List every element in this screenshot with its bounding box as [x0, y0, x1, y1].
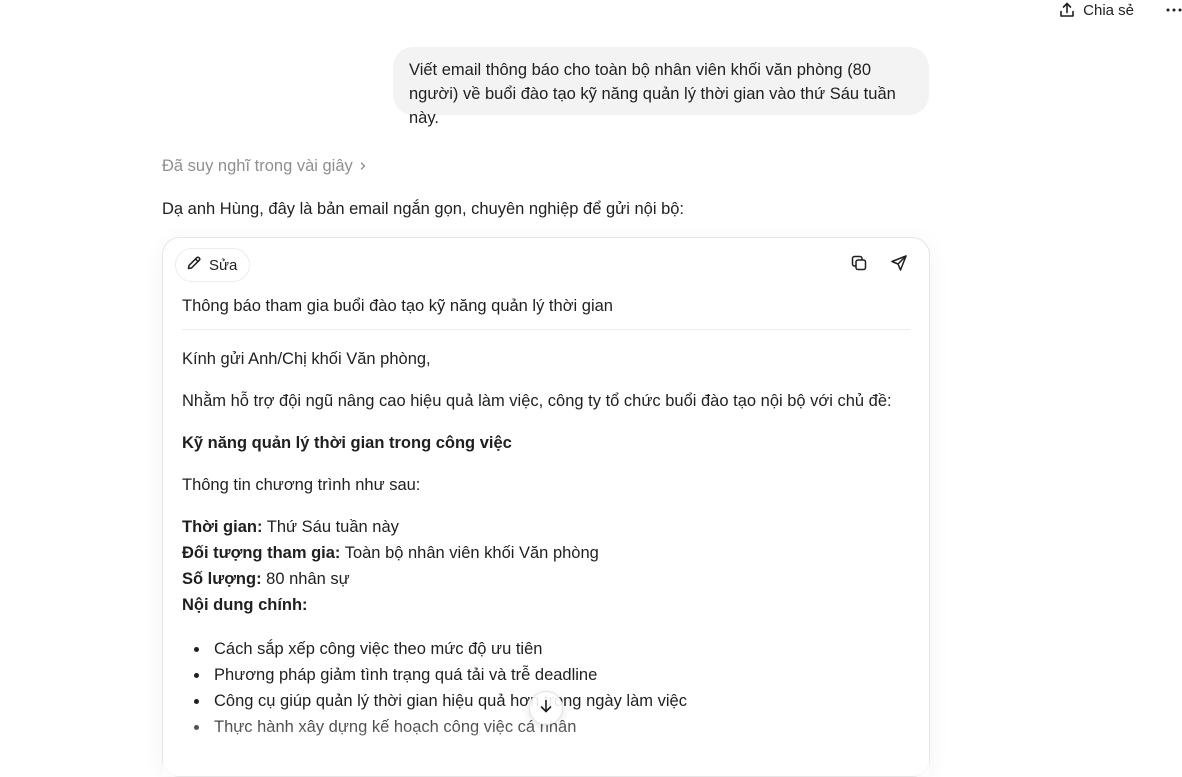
thought-toggle[interactable]: Đã suy nghĩ trong vài giây: [162, 157, 367, 176]
detail-label: Đối tượng tham gia:: [182, 544, 341, 562]
send-button[interactable]: [887, 253, 911, 277]
copy-button[interactable]: [847, 253, 871, 277]
pencil-icon: [186, 255, 202, 275]
content-bullet-list: Cách sắp xếp công việc theo mức độ ưu ti…: [182, 636, 687, 740]
detail-label: Số lượng:: [182, 570, 262, 588]
subject-divider: [182, 329, 910, 330]
arrow-down-icon: [538, 698, 554, 719]
edit-button[interactable]: Sửa: [175, 248, 251, 282]
email-subject: Thông báo tham gia buổi đào tạo kỹ năng …: [182, 297, 613, 315]
email-paragraph: Nhằm hỗ trợ đội ngũ nâng cao hiệu quả là…: [182, 392, 892, 410]
list-item: Thực hành xây dựng kế hoạch công việc cá…: [182, 714, 687, 740]
list-item: Công cụ giúp quản lý thời gian hiệu quả …: [182, 688, 687, 714]
detail-line: Thời gian: Thứ Sáu tuần này: [182, 516, 399, 538]
detail-label: Thời gian:: [182, 518, 263, 536]
detail-value: 80 nhân sự: [261, 570, 350, 588]
thought-label: Đã suy nghĩ trong vài giây: [162, 157, 353, 175]
email-topic: Kỹ năng quản lý thời gian trong công việ…: [182, 432, 512, 454]
user-message-bubble: Viết email thông báo cho toàn bộ nhân vi…: [393, 47, 929, 127]
chevron-right-icon: [359, 157, 367, 176]
detail-value: Toàn bộ nhân viên khối Văn phòng: [340, 544, 599, 562]
share-label: Chia sẻ: [1083, 1, 1134, 19]
detail-line: Đối tượng tham gia: Toàn bộ nhân viên kh…: [182, 542, 599, 564]
email-greeting: Kính gửi Anh/Chị khối Văn phòng,: [182, 350, 431, 368]
list-item: Cách sắp xếp công việc theo mức độ ưu ti…: [182, 636, 687, 662]
copy-icon: [850, 254, 868, 277]
email-topic-text: Kỹ năng quản lý thời gian trong công việ…: [182, 434, 512, 452]
detail-value: Thứ Sáu tuần này: [262, 518, 399, 536]
share-button[interactable]: Chia sẻ: [1058, 1, 1134, 19]
more-horizontal-icon: [1166, 8, 1182, 12]
edit-label: Sửa: [209, 256, 238, 274]
share-upload-icon: [1058, 1, 1076, 19]
list-item: Phương pháp giảm tình trạng quá tải và t…: [182, 662, 687, 688]
email-info-intro: Thông tin chương trình như sau:: [182, 476, 421, 494]
user-message-text: Viết email thông báo cho toàn bộ nhân vi…: [409, 61, 896, 127]
scroll-to-bottom-button[interactable]: [529, 691, 563, 725]
detail-line: Số lượng: 80 nhân sự: [182, 568, 350, 590]
assistant-intro: Dạ anh Hùng, đây là bản email ngắn gọn, …: [162, 200, 685, 218]
top-actions: Chia sẻ: [1058, 0, 1182, 20]
detail-label: Nội dung chính:: [182, 596, 308, 614]
detail-line: Nội dung chính:: [182, 594, 308, 616]
more-options-button[interactable]: [1158, 0, 1182, 20]
send-icon: [890, 254, 908, 277]
